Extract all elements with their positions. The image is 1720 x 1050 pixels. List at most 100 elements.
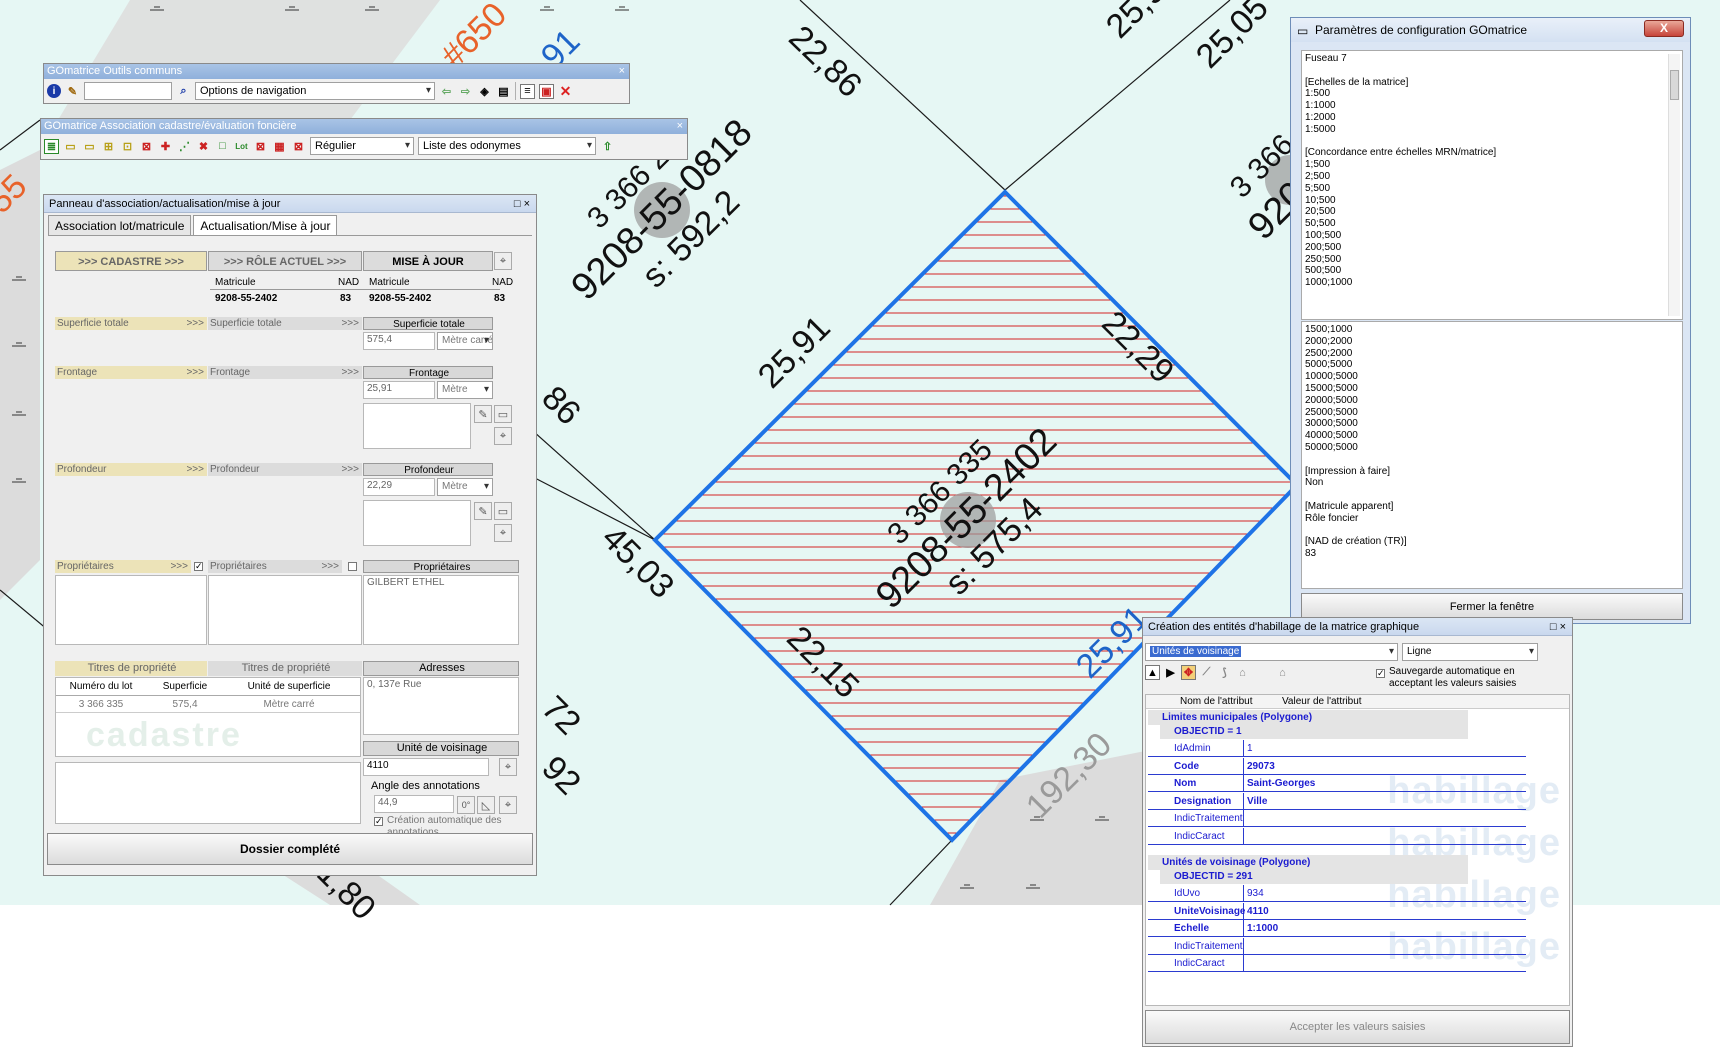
checkbox-proprietaires-cadastre[interactable]: ✓	[194, 562, 203, 571]
attribute-row[interactable]: UniteVoisinage 4110	[1148, 902, 1526, 920]
tab-actualisation[interactable]: Actualisation/Mise à jour	[193, 215, 338, 235]
checkbox-autosave[interactable]: ✓	[1376, 669, 1385, 678]
superficie-unit-select[interactable]: Mètre carré	[437, 332, 493, 350]
dossier-complete-button[interactable]: Dossier complété	[47, 833, 533, 865]
database-icon[interactable]: ▤	[496, 84, 511, 99]
edit-vertex-icon[interactable]: ⟋	[1199, 665, 1214, 680]
group-objectid[interactable]: OBJECTID = 291	[1160, 870, 1468, 884]
pencil-icon[interactable]: ✎	[65, 84, 80, 99]
profondeur-unit-select[interactable]: Mètre	[437, 478, 493, 496]
attribute-row[interactable]: IndicTraitement	[1148, 937, 1526, 955]
superficie-input[interactable]: 575,4	[363, 332, 435, 350]
proprietaires-role-list[interactable]	[208, 575, 362, 645]
search-input[interactable]	[84, 82, 172, 100]
edit-icon[interactable]: ✎	[474, 405, 492, 423]
edit-icon[interactable]: ✎	[474, 502, 492, 520]
panel-window-controls[interactable]: □ ×	[514, 195, 530, 213]
attribute-value[interactable]	[1244, 828, 1247, 844]
entity-type-select[interactable]: Unités de voisinage	[1145, 643, 1398, 661]
frontage-notes[interactable]	[363, 403, 471, 449]
target-icon[interactable]: ⌖	[494, 252, 512, 270]
info-icon[interactable]: i	[47, 84, 61, 98]
street-names-select[interactable]: Liste des odonymes	[418, 137, 596, 155]
close-window-button[interactable]: Fermer la fenêtre	[1301, 593, 1683, 620]
layer-delete-icon[interactable]: ⊠	[139, 139, 154, 154]
group-objectid[interactable]: OBJECTID = 1	[1160, 725, 1468, 739]
forward-arrow-icon[interactable]: ⇨	[458, 84, 473, 99]
group-limites-municipales[interactable]: Limites municipales (Polygone)	[1148, 710, 1468, 725]
group-unites-voisinage[interactable]: Unités de voisinage (Polygone)	[1148, 855, 1468, 870]
grid-delete-icon[interactable]: ⊠	[291, 139, 306, 154]
config-text-bottom[interactable]: 1500;1000 2000;2000 2500;2000 5000;5000 …	[1301, 321, 1683, 589]
windows-icon[interactable]: ▣	[539, 83, 554, 99]
attribute-value[interactable]: Ville	[1244, 793, 1267, 809]
unite-voisinage-input[interactable]: 4110	[363, 758, 489, 776]
attribute-value[interactable]	[1244, 938, 1247, 954]
target-icon[interactable]: ⌖	[499, 796, 517, 814]
layer-plus-icon[interactable]: ⊞	[101, 139, 116, 154]
profondeur-notes[interactable]	[363, 500, 471, 546]
accept-values-button[interactable]: Accepter les valeurs saisies	[1145, 1010, 1570, 1044]
point-link-icon[interactable]: ⋰	[177, 139, 192, 154]
reshape-icon[interactable]: ⟆	[1217, 665, 1232, 680]
config-close-button[interactable]: X	[1644, 20, 1684, 37]
habillage-window-controls[interactable]: □ ×	[1550, 618, 1566, 636]
attribute-value[interactable]: 1:1000	[1244, 920, 1278, 936]
attribute-row[interactable]: Echelle 1:1000	[1148, 920, 1526, 937]
attribute-value[interactable]: 1	[1244, 740, 1253, 756]
frontage-unit-select[interactable]: Mètre	[437, 381, 493, 399]
scrollbar[interactable]	[1668, 54, 1680, 316]
split-icon[interactable]: ⌂	[1235, 665, 1250, 680]
attribute-row[interactable]: IdUvo 934	[1148, 885, 1526, 902]
adresses-list[interactable]: 0, 137e Rue	[363, 677, 519, 735]
target-icon[interactable]: ⌖	[494, 427, 512, 445]
point-delete-icon[interactable]: ✖	[196, 139, 211, 154]
chart-icon[interactable]: ◺	[477, 796, 495, 814]
attribute-row[interactable]: IndicCaract	[1148, 827, 1526, 845]
attribute-row[interactable]: IndicCaract	[1148, 955, 1526, 972]
layer-add-icon[interactable]: ▭	[63, 139, 78, 154]
attribute-row[interactable]: Nom Saint-Georges	[1148, 775, 1526, 792]
attribute-value[interactable]	[1244, 955, 1247, 971]
toolbar-close-button[interactable]: ×	[619, 64, 625, 79]
proprietaires-cadastre-list[interactable]	[55, 575, 207, 645]
crosshair-icon[interactable]: ✥	[1181, 665, 1196, 680]
config-text-top[interactable]: Fuseau 7 [Echelles de la matrice] 1:500 …	[1301, 50, 1683, 320]
profondeur-input[interactable]: 22,29	[363, 478, 435, 496]
proprietaires-maj-list[interactable]: GILBERT ETHEL	[363, 575, 519, 645]
attribute-row[interactable]: Designation Ville	[1148, 792, 1526, 810]
up-icon[interactable]: ▲	[1145, 665, 1160, 680]
lot-delete-icon[interactable]: ⊠	[253, 139, 268, 154]
notes-area[interactable]	[55, 762, 361, 824]
angle-zero-button[interactable]: 0°	[457, 796, 475, 814]
attribute-value[interactable]: Saint-Georges	[1244, 775, 1315, 791]
ruler-icon[interactable]: ▭	[494, 405, 512, 423]
angle-input[interactable]: 44,9	[374, 795, 454, 813]
layers-icon[interactable]: ◈	[477, 84, 492, 99]
geometry-type-select[interactable]: Ligne	[1402, 643, 1538, 661]
house-icon[interactable]: ⌂	[1275, 665, 1290, 680]
grid-icon[interactable]: ▦	[272, 139, 287, 154]
attribute-value[interactable]: 4110	[1244, 903, 1269, 919]
ruler-icon[interactable]: ▭	[494, 502, 512, 520]
toolbar-close-button[interactable]: ×	[677, 119, 683, 134]
attribute-row[interactable]: IdAdmin 1	[1148, 740, 1526, 757]
table-green-icon[interactable]: ≣	[44, 138, 59, 154]
target-icon[interactable]: ⌖	[499, 758, 517, 776]
navigation-options-select[interactable]: Options de navigation	[195, 82, 435, 100]
checkbox-proprietaires-role[interactable]	[348, 562, 357, 571]
back-arrow-icon[interactable]: ⇦	[439, 84, 454, 99]
frontage-input[interactable]: 25,91	[363, 381, 435, 399]
square-icon[interactable]: □	[215, 139, 230, 154]
upload-icon[interactable]: ⇧	[600, 139, 615, 154]
checkbox-auto-annotations[interactable]: ✓	[374, 817, 383, 826]
attribute-value[interactable]: 934	[1244, 885, 1264, 901]
point-add-icon[interactable]: ✚	[158, 139, 173, 154]
attribute-row[interactable]: IndicTraitement	[1148, 810, 1526, 827]
attribute-value[interactable]: 29073	[1244, 758, 1275, 774]
list-icon[interactable]: ≡	[520, 83, 535, 99]
mode-select[interactable]: Régulier	[310, 137, 414, 155]
attribute-row[interactable]: Code 29073	[1148, 757, 1526, 775]
layer-move-icon[interactable]: ⊡	[120, 139, 135, 154]
pointer-icon[interactable]: ▶	[1163, 665, 1178, 680]
